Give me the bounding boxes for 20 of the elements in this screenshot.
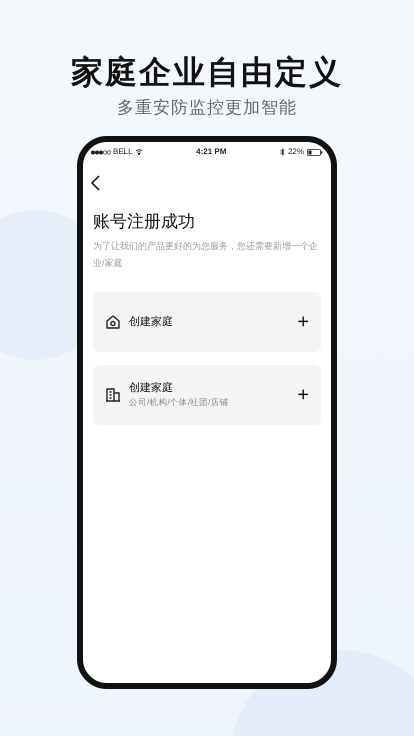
house-icon <box>105 314 121 330</box>
headline: 家庭企业自由定义 <box>71 53 343 92</box>
add-button[interactable]: + <box>297 385 309 405</box>
bluetooth-icon <box>280 148 285 156</box>
create-option-card[interactable]: 创建家庭 公司/机构/个体/社团/店铺 + <box>93 365 321 425</box>
option-title: 创建家庭 <box>129 314 174 330</box>
signal-icon <box>91 150 111 154</box>
status-time: 4:21 PM <box>196 146 226 158</box>
battery-percent: 22% <box>288 146 304 158</box>
create-option-card[interactable]: 创建家庭 + <box>93 292 321 352</box>
wifi-icon <box>134 149 143 155</box>
carrier-label: BELL <box>113 146 133 158</box>
building-icon <box>105 387 121 403</box>
page-description: 为了让我们的产品更好的为您服务，您还需要新增一个企业/家庭 <box>93 240 319 270</box>
page-title: 账号注册成功 <box>93 211 196 233</box>
option-note: 公司/机构/个体/社团/店铺 <box>129 396 230 409</box>
battery-icon <box>306 148 323 156</box>
subtitle: 多重安防监控更加智能 <box>117 97 297 119</box>
option-title: 创建家庭 <box>129 381 174 396</box>
add-button[interactable]: + <box>297 312 309 332</box>
